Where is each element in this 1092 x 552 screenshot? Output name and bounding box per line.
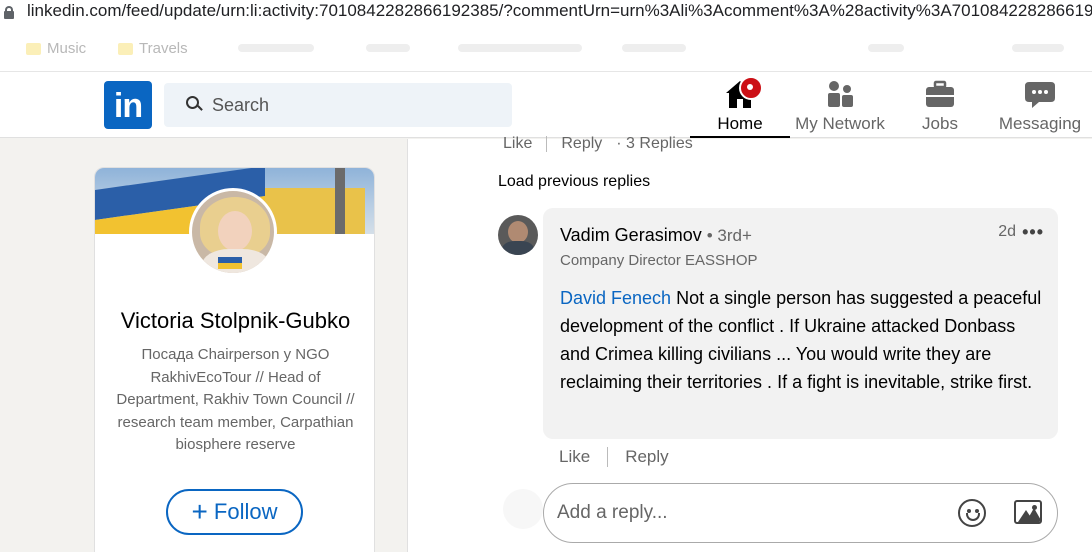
- browser-address-bar[interactable]: linkedin.com/feed/update/urn:li:activity…: [0, 0, 1092, 26]
- bookmark-blurred: [238, 44, 314, 52]
- comment-thread: Like Reply · 3 Replies Load previous rep…: [407, 135, 1092, 552]
- linkedin-logo-icon[interactable]: in: [104, 81, 152, 129]
- follow-label: Follow: [213, 499, 278, 524]
- bookmark-blurred: [366, 44, 410, 52]
- follow-button[interactable]: + Follow: [166, 489, 303, 535]
- comment-author-name[interactable]: Vadim Gerasimov: [560, 225, 702, 245]
- more-options-icon[interactable]: •••: [1022, 222, 1044, 243]
- search-box[interactable]: [164, 83, 512, 127]
- plus-icon: +: [191, 496, 208, 527]
- comment-bubble: Vadim Gerasimov • 3rd+ 2d ••• Company Di…: [543, 208, 1058, 439]
- briefcase-icon: [926, 80, 954, 107]
- reply-input[interactable]: [557, 484, 947, 542]
- nav-home-label: Home: [717, 114, 763, 133]
- comment-author-line: Vadim Gerasimov • 3rd+: [560, 225, 752, 246]
- parent-reply-button[interactable]: Reply: [561, 135, 602, 153]
- comment-actions: Like Reply: [559, 447, 669, 467]
- emoji-icon[interactable]: [958, 499, 986, 527]
- comment-timestamp: 2d: [998, 223, 1016, 240]
- parent-like-button[interactable]: Like: [503, 135, 532, 153]
- linkedin-navbar: in Home My Network Jobs Messag: [0, 72, 1092, 138]
- profile-headline: Посада Chairperson у NGO RakhivEcoTour /…: [116, 346, 355, 453]
- parent-comment-actions: Like Reply · 3 Replies: [503, 135, 693, 153]
- chat-bubble-icon: [1025, 82, 1055, 108]
- url-text[interactable]: linkedin.com/feed/update/urn:li:activity…: [27, 1, 1092, 21]
- notification-badge: [739, 76, 763, 100]
- comment-author-title: Company Director EASSHOP: [560, 252, 758, 269]
- bookmark-blurred: [868, 44, 904, 52]
- profile-card: Victoria Stolpnik-Gubko Посада Chairpers…: [94, 167, 375, 552]
- bookmark-travels[interactable]: Travels: [118, 40, 188, 57]
- folder-icon: [26, 42, 41, 55]
- divider: [607, 447, 609, 467]
- search-input[interactable]: [212, 83, 502, 127]
- nav-my-network-label: My Network: [795, 114, 885, 133]
- profile-avatar[interactable]: [189, 188, 277, 276]
- nav-jobs[interactable]: Jobs: [890, 72, 990, 138]
- user-avatar: [503, 489, 543, 529]
- nav-my-network[interactable]: My Network: [790, 72, 890, 138]
- people-icon: [828, 81, 853, 107]
- comment-text: David Fenech Not a single person has sug…: [560, 284, 1050, 396]
- profile-name[interactable]: Victoria Stolpnik-Gubko: [95, 308, 374, 334]
- replies-count[interactable]: · 3 Replies: [616, 135, 692, 153]
- bookmarks-bar: Music Travels: [0, 26, 1092, 72]
- search-icon: [186, 96, 203, 112]
- commenter-avatar[interactable]: [498, 215, 538, 255]
- like-button[interactable]: Like: [559, 447, 590, 467]
- lock-icon: [4, 6, 14, 19]
- reply-box[interactable]: [543, 483, 1058, 543]
- bookmark-blurred: [622, 44, 686, 52]
- folder-icon: [118, 42, 133, 55]
- bookmark-blurred: [1012, 44, 1064, 52]
- image-icon[interactable]: [1014, 500, 1042, 524]
- load-previous-replies-link[interactable]: Load previous replies: [498, 173, 650, 191]
- nav-messaging[interactable]: Messaging: [990, 72, 1090, 138]
- mention-link[interactable]: David Fenech: [560, 288, 671, 308]
- nav-messaging-label: Messaging: [998, 114, 1082, 133]
- nav-jobs-label: Jobs: [922, 114, 958, 133]
- bookmark-blurred: [458, 44, 582, 52]
- connection-degree: • 3rd+: [706, 226, 752, 245]
- divider: [546, 136, 548, 152]
- bookmark-music[interactable]: Music: [26, 40, 86, 57]
- reply-button[interactable]: Reply: [625, 447, 668, 467]
